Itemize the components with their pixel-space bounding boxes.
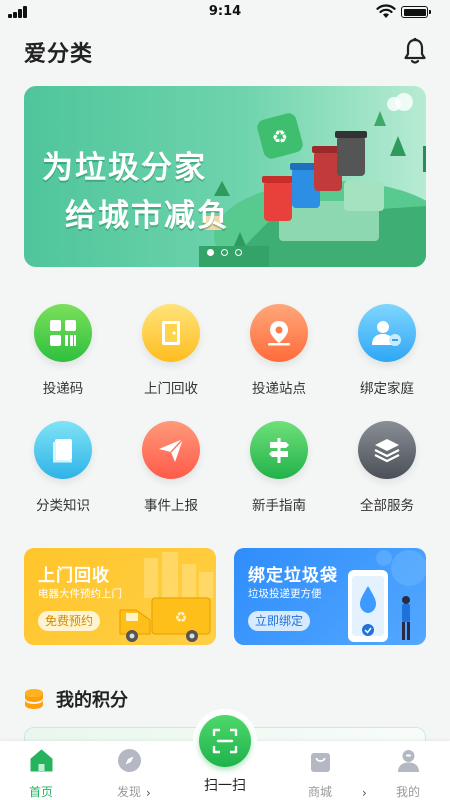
location-pin-icon xyxy=(250,304,308,362)
chevron-icon: › xyxy=(362,786,367,800)
carousel-dot[interactable] xyxy=(235,249,242,256)
tab-discover[interactable]: 发现 xyxy=(89,748,169,800)
service-delivery-code[interactable]: 投递码 xyxy=(9,304,117,397)
service-label: 分类知识 xyxy=(36,498,90,514)
family-link-icon xyxy=(358,304,416,362)
scan-label[interactable]: 扫一扫 xyxy=(195,775,255,795)
wifi-icon xyxy=(376,4,396,18)
promo-title: 上门回收 xyxy=(38,566,110,586)
service-label: 全部服务 xyxy=(360,498,414,514)
svg-text:♻: ♻ xyxy=(272,127,288,148)
carousel-dots xyxy=(207,249,242,257)
compass-icon xyxy=(117,749,141,772)
service-bind-family[interactable]: 绑定家庭 xyxy=(333,304,441,397)
banner-headline-2: 给城市减负 xyxy=(65,198,230,234)
layers-icon xyxy=(358,421,416,479)
shopping-bag-icon xyxy=(310,753,330,772)
scan-button[interactable] xyxy=(199,715,251,767)
tab-home[interactable]: 首页 xyxy=(1,748,81,800)
service-door-recycle[interactable]: 上门回收 xyxy=(117,304,225,397)
user-icon xyxy=(397,750,419,772)
service-label: 绑定家庭 xyxy=(360,381,414,397)
battery-icon xyxy=(401,6,431,18)
free-booking-button[interactable]: 免费预约 xyxy=(38,611,101,631)
banner-headline-1: 为垃圾分家 xyxy=(42,150,207,186)
tab-label: 首页 xyxy=(28,785,53,799)
service-beginner-guide[interactable]: 新手指南 xyxy=(225,421,333,514)
section-title-points: 我的积分 xyxy=(56,690,128,711)
svg-text:♻: ♻ xyxy=(175,610,188,626)
service-all-services[interactable]: 全部服务 xyxy=(333,421,441,514)
qr-grid-icon xyxy=(34,304,92,362)
service-label: 新手指南 xyxy=(252,498,306,514)
promo-card-bind-bag[interactable]: 绑定垃圾袋 垃圾投递更方便 立即绑定 xyxy=(234,548,426,645)
service-label: 事件上报 xyxy=(144,498,198,514)
promo-banner[interactable]: ♻ 为垃圾分家 给城市减负 xyxy=(24,86,426,267)
coins-icon xyxy=(25,689,43,709)
tab-label: 商城 xyxy=(307,785,332,799)
service-label: 上门回收 xyxy=(144,381,198,397)
door-icon xyxy=(142,304,200,362)
page-title: 爱分类 xyxy=(24,42,94,67)
bind-now-button[interactable]: 立即绑定 xyxy=(248,611,311,631)
scan-icon xyxy=(212,728,238,754)
promo-title: 绑定垃圾袋 xyxy=(248,566,338,586)
tab-mine[interactable]: 我的 xyxy=(368,748,448,800)
promo-subtitle: 电器大件预约上门 xyxy=(38,588,122,600)
notification-bell-icon[interactable] xyxy=(402,37,428,65)
home-icon xyxy=(30,749,52,772)
chevron-icon: › xyxy=(146,786,151,800)
service-sorting-knowledge[interactable]: 分类知识 xyxy=(9,421,117,514)
book-icon xyxy=(34,421,92,479)
service-event-report[interactable]: 事件上报 xyxy=(117,421,225,514)
service-label: 投递码 xyxy=(42,381,84,397)
carousel-dot[interactable] xyxy=(221,249,228,256)
status-bar: 9:14 xyxy=(0,0,450,24)
tab-label: 我的 xyxy=(395,785,420,799)
service-delivery-station[interactable]: 投递站点 xyxy=(225,304,333,397)
tab-label: 发现 xyxy=(116,785,141,799)
tab-mall[interactable]: 商城 xyxy=(280,748,360,800)
promo-card-recycle[interactable]: ♻ 上门回收 电器大件预约上门 免费预约 xyxy=(24,548,216,645)
service-label: 投递站点 xyxy=(252,381,306,397)
signpost-icon xyxy=(250,421,308,479)
paper-plane-icon xyxy=(142,421,200,479)
banner-illustration: ♻ xyxy=(199,93,426,267)
promo-subtitle: 垃圾投递更方便 xyxy=(248,588,322,600)
carousel-dot[interactable] xyxy=(207,249,214,256)
